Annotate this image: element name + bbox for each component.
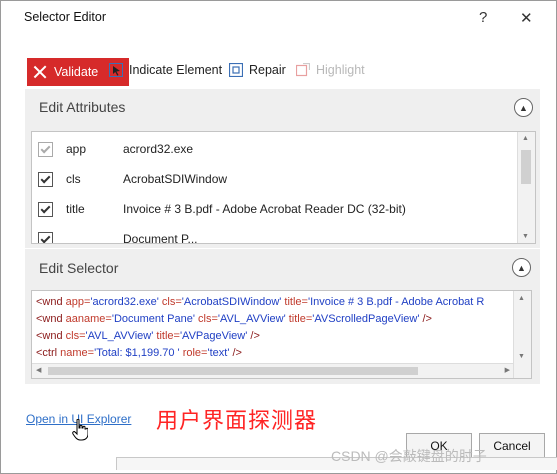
indicate-element-label: Indicate Element: [129, 63, 223, 77]
help-button[interactable]: ?: [479, 9, 487, 26]
selector-line: <wnd app='acrord32.exe' cls='AcrobatSDIW…: [36, 296, 485, 308]
chevron-up-icon: ▲: [519, 102, 528, 113]
attribute-name: cls: [66, 172, 81, 186]
scroll-thumb[interactable]: [521, 150, 531, 184]
indicate-element-button[interactable]: Indicate Element: [109, 63, 222, 77]
attribute-value[interactable]: Invoice # 3 B.pdf - Adobe Acrobat Reader…: [123, 202, 406, 216]
scroll-up-icon[interactable]: ▲: [522, 135, 529, 142]
scroll-down-icon[interactable]: ▼: [518, 353, 525, 360]
attribute-checkbox[interactable]: [38, 172, 53, 187]
selector-line: <wnd aaname='Document Pane' cls='AVL_AVV…: [36, 313, 432, 325]
edit-selector-title: Edit Selector: [39, 260, 119, 276]
selector-horizontal-scrollbar[interactable]: ◀ ▶: [32, 363, 514, 378]
attribute-value[interactable]: acrord32.exe: [123, 142, 193, 156]
error-x-icon: [33, 65, 47, 79]
close-button[interactable]: ✕: [520, 9, 533, 27]
selector-vertical-scrollbar[interactable]: ▲ ▼: [513, 291, 531, 378]
selector-line: <wnd cls='AVL_AVView' title='AVPageView'…: [36, 330, 260, 342]
edit-selector-panel: Edit Selector ▲ <wnd app='acrord32.exe' …: [25, 249, 540, 384]
attribute-row: app acrord32.exe: [32, 135, 517, 165]
chevron-up-icon: ▲: [517, 262, 526, 273]
collapse-attributes-button[interactable]: ▲: [514, 98, 533, 117]
attribute-checkbox[interactable]: [38, 232, 53, 243]
scroll-up-icon[interactable]: ▲: [518, 295, 525, 302]
attribute-name: title: [66, 202, 85, 216]
highlight-icon: [296, 63, 310, 77]
selector-editor[interactable]: <wnd app='acrord32.exe' cls='AcrobatSDIW…: [31, 290, 532, 379]
toolbar: Validate Indicate Element Repair Highlig…: [25, 58, 525, 88]
annotation-text: 用户界面探测器: [156, 408, 318, 433]
attribute-checkbox[interactable]: [38, 202, 53, 217]
repair-button[interactable]: Repair: [229, 63, 286, 77]
attribute-checkbox[interactable]: [38, 142, 53, 157]
attribute-name: app: [66, 142, 87, 156]
edit-attributes-title: Edit Attributes: [39, 99, 126, 115]
validate-label: Validate: [54, 65, 99, 79]
highlight-button[interactable]: Highlight: [296, 63, 365, 77]
repair-icon: [229, 63, 243, 77]
cancel-button[interactable]: Cancel: [479, 433, 545, 459]
attribute-row: title Invoice # 3 B.pdf - Adobe Acrobat …: [32, 195, 517, 225]
attribute-row: cls AcrobatSDIWindow: [32, 165, 517, 195]
indicate-element-icon: [109, 63, 123, 77]
collapse-selector-button[interactable]: ▲: [512, 258, 531, 277]
window-title: Selector Editor: [24, 10, 106, 24]
highlight-label: Highlight: [316, 63, 365, 77]
scroll-down-icon[interactable]: ▼: [522, 233, 529, 240]
hand-cursor-icon: [72, 419, 88, 441]
edit-attributes-panel: Edit Attributes ▲ app acrord32.exe cls A…: [25, 89, 540, 248]
title-bar: Selector Editor ? ✕: [1, 1, 556, 35]
selector-line: <ctrl name='Total: $1,199.70 ' role='tex…: [36, 347, 242, 359]
selector-editor-window: Selector Editor ? ✕ Validate Indicate El…: [0, 0, 557, 474]
scroll-left-icon[interactable]: ◀: [36, 366, 41, 374]
repair-label: Repair: [249, 63, 286, 77]
attributes-list: app acrord32.exe cls AcrobatSDIWindow ti…: [31, 131, 536, 244]
attribute-row: Document P...: [32, 225, 517, 243]
watermark: CSDN @会敲键盘的肘子: [331, 448, 487, 464]
attribute-value[interactable]: AcrobatSDIWindow: [123, 172, 227, 186]
attributes-scrollbar[interactable]: ▲ ▼: [517, 132, 535, 243]
scroll-right-icon[interactable]: ▶: [505, 366, 510, 374]
scroll-thumb[interactable]: [48, 367, 418, 375]
attribute-value[interactable]: Document P...: [123, 232, 197, 243]
